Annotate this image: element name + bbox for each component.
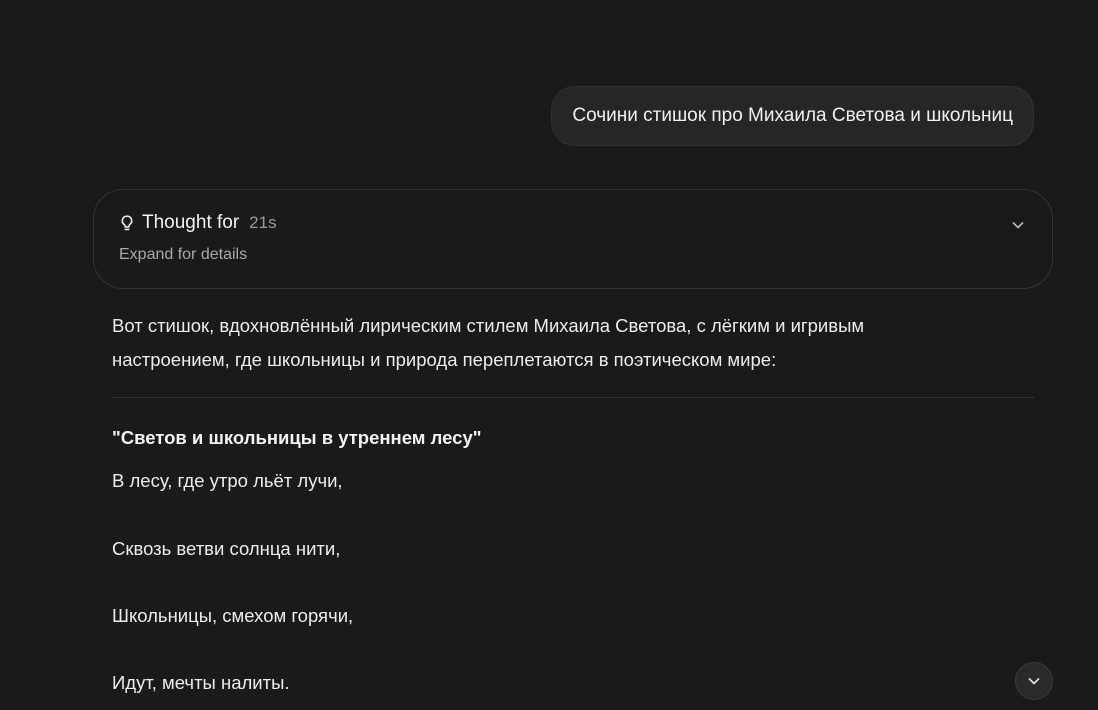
thought-header: Thought for 21s xyxy=(118,212,277,234)
chat-page: Сочини стишок про Михаила Светова и школ… xyxy=(0,0,1098,710)
answer-intro-line-2: настроением, где школьницы и природа пер… xyxy=(112,349,777,370)
thought-duration: 21s xyxy=(249,213,277,232)
chevron-down-icon[interactable] xyxy=(1010,217,1026,233)
user-message-bubble: Сочини стишок про Михаила Светова и школ… xyxy=(551,86,1034,146)
assistant-answer: Вот стишок, вдохновлённый лирическим сти… xyxy=(112,309,1034,454)
user-message-text: Сочини стишок про Михаила Светова и школ… xyxy=(572,105,1013,126)
poem-line: Идут, мечты налиты. xyxy=(112,672,290,693)
poem-line: Сквозь ветви солнца нити, xyxy=(112,538,341,559)
thought-title: Thought for xyxy=(142,212,240,233)
answer-intro-line-1: Вот стишок, вдохновлённый лирическим сти… xyxy=(112,315,865,336)
thought-panel[interactable]: Thought for 21s Expand for details xyxy=(93,189,1053,289)
scroll-to-bottom-button[interactable] xyxy=(1015,662,1053,700)
lightbulb-icon xyxy=(118,214,136,232)
poem-title: "Светов и школьницы в утреннем лесу" xyxy=(112,427,482,448)
divider xyxy=(112,397,1034,398)
poem-line: Школьницы, смехом горячи, xyxy=(112,605,354,626)
poem-line: В лесу, где утро льёт лучи, xyxy=(112,470,343,491)
thought-subtitle: Expand for details xyxy=(119,246,248,263)
chevron-down-icon xyxy=(1026,673,1042,689)
